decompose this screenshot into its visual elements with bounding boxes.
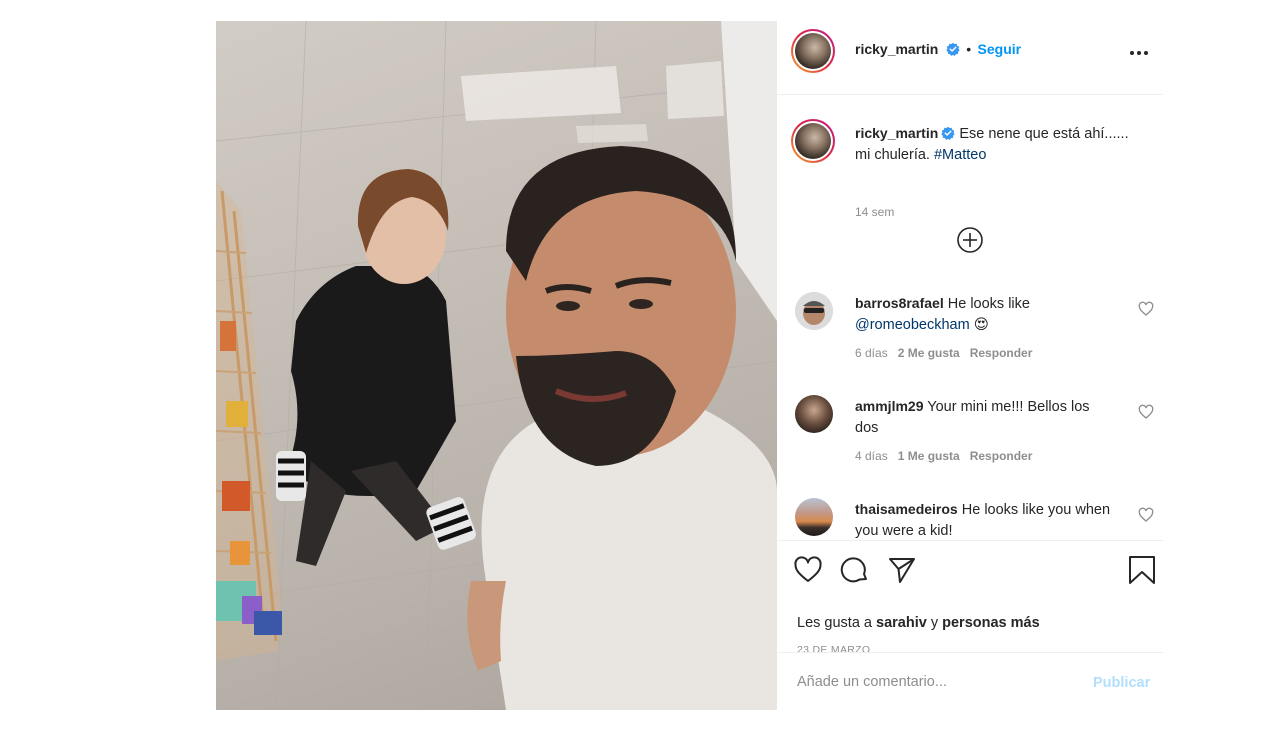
comment-text: ammjlm29 Your mini me!!! Bellos los dos (855, 396, 1115, 439)
post-photo-illustration (216, 21, 777, 710)
comment-text: thaisamedeiros He looks like you when yo… (855, 499, 1115, 540)
comment-body: He looks like (947, 296, 1030, 312)
add-comment-bar: Publicar (777, 652, 1163, 710)
post-side-panel: ricky_martin • Seguir ricky_martin Ese n… (777, 21, 1163, 710)
comment-bubble-icon[interactable] (840, 555, 870, 585)
caption-time: 14 sem (855, 205, 895, 219)
comment-likes[interactable]: 2 Me gusta (898, 346, 960, 360)
comment-meta: 6 días 2 Me gusta Responder (855, 346, 1032, 360)
likes-others[interactable]: personas más (942, 615, 1040, 631)
commenter-avatar-illustration (795, 292, 833, 330)
comment-time: 4 días (855, 449, 888, 463)
caption-author-avatar[interactable] (791, 119, 835, 163)
likes-summary: Les gusta a sarahiv y personas más (797, 615, 1040, 631)
comment-mention[interactable]: @romeobeckham (855, 317, 970, 333)
comment-input[interactable] (797, 671, 1077, 693)
likes-user[interactable]: sarahiv (876, 615, 927, 631)
post-photo[interactable] (216, 21, 777, 710)
more-options-icon[interactable] (1125, 43, 1153, 63)
post-header: ricky_martin • Seguir (777, 21, 1163, 95)
comment-text: barros8rafael He looks like @romeobeckha… (855, 293, 1115, 336)
commenter-avatar[interactable] (795, 498, 833, 536)
instagram-post: ricky_martin • Seguir ricky_martin Ese n… (216, 21, 1163, 710)
commenter-avatar[interactable] (795, 292, 833, 330)
follow-button[interactable]: Seguir (978, 41, 1022, 57)
author-info: ricky_martin • Seguir (855, 41, 1021, 59)
verified-badge-icon (946, 42, 960, 56)
comment-emoji: 😍 (973, 317, 989, 333)
heart-icon[interactable] (1138, 301, 1154, 317)
post-actions: Les gusta a sarahiv y personas más 23 DE… (777, 540, 1163, 656)
caption-text: ricky_martin Ese nene que está ahí......… (855, 123, 1145, 166)
caption-hashtag[interactable]: #Matteo (934, 147, 986, 163)
likes-prefix: Les gusta a (797, 615, 872, 631)
author-username[interactable]: ricky_martin (855, 41, 938, 57)
bookmark-icon[interactable] (1127, 555, 1157, 585)
paper-plane-icon[interactable] (887, 555, 917, 585)
reply-button[interactable]: Responder (970, 346, 1033, 360)
reply-button[interactable]: Responder (970, 449, 1033, 463)
commenter-avatar[interactable] (795, 395, 833, 433)
commenter-username[interactable]: ammjlm29 (855, 398, 923, 414)
caption-username[interactable]: ricky_martin (855, 125, 938, 141)
header-separator: • (966, 41, 972, 57)
commenter-username[interactable]: thaisamedeiros (855, 501, 958, 517)
comment-likes[interactable]: 1 Me gusta (898, 449, 960, 463)
comment-time: 6 días (855, 346, 888, 360)
commenter-username[interactable]: barros8rafael (855, 295, 944, 311)
heart-icon[interactable] (793, 555, 823, 585)
likes-middle: y (930, 615, 939, 631)
comment-meta: 4 días 1 Me gusta Responder (855, 449, 1032, 463)
plus-circle-icon[interactable] (955, 225, 985, 255)
verified-badge-icon (941, 126, 955, 140)
author-avatar[interactable] (791, 29, 835, 73)
heart-icon[interactable] (1138, 507, 1154, 523)
heart-icon[interactable] (1138, 404, 1154, 420)
comments-section[interactable]: ricky_martin Ese nene que está ahí......… (777, 95, 1163, 540)
publish-button[interactable]: Publicar (1093, 675, 1150, 691)
